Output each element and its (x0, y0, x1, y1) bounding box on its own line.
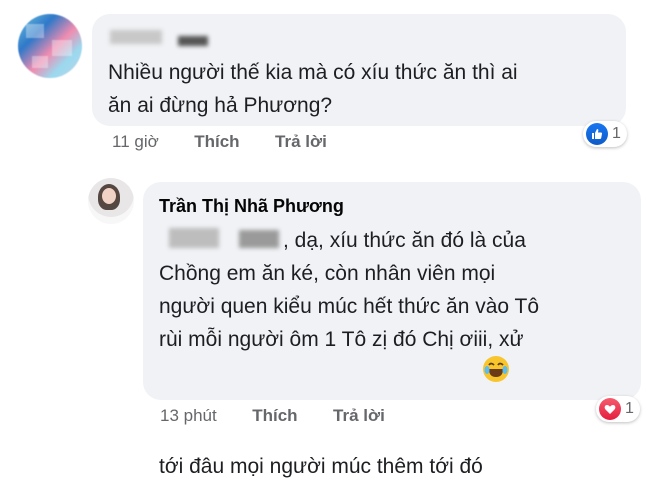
reply-text-first-line: , dạ, xíu thức ăn đó là của (283, 229, 526, 252)
like-button[interactable]: Thích (252, 406, 297, 425)
comment-time[interactable]: 11 giờ (112, 132, 159, 151)
heart-icon (599, 398, 621, 420)
blurred-mention (169, 228, 219, 248)
reply-button[interactable]: Trả lời (333, 406, 385, 425)
like-icon (586, 123, 608, 145)
reply-meta: 13 phút Thích Trả lời (160, 406, 385, 426)
blurred-author-name (110, 30, 162, 44)
reply-button[interactable]: Trả lời (275, 132, 327, 151)
reply-author-name[interactable]: Trần Thị Nhã Phương (159, 196, 344, 217)
reply-bubble: Trần Thị Nhã Phương , dạ, xíu thức ăn đó… (143, 182, 641, 478)
blurred-author-name-part (178, 36, 208, 46)
comment-bubble: Nhiều người thế kia mà có xíu thức ăn th… (92, 14, 626, 126)
reaction-count: 1 (625, 400, 634, 417)
commenter-avatar-blurred[interactable] (18, 14, 82, 78)
reply-text: Chồng em ăn ké, còn nhân viên mọi người … (159, 262, 540, 478)
reaction-count: 1 (612, 125, 621, 142)
blurred-mention-part (239, 230, 279, 248)
like-button[interactable]: Thích (194, 132, 239, 151)
comment-text: Nhiều người thế kia mà có xíu thức ăn th… (108, 61, 518, 117)
laughing-emoji-icon (482, 356, 509, 382)
comment-meta: 11 giờ Thích Trả lời (112, 132, 327, 152)
reaction-summary[interactable]: 1 (583, 121, 627, 147)
author-avatar[interactable] (88, 178, 134, 224)
reply-time[interactable]: 13 phút (160, 406, 217, 425)
reaction-summary[interactable]: 1 (596, 396, 640, 422)
